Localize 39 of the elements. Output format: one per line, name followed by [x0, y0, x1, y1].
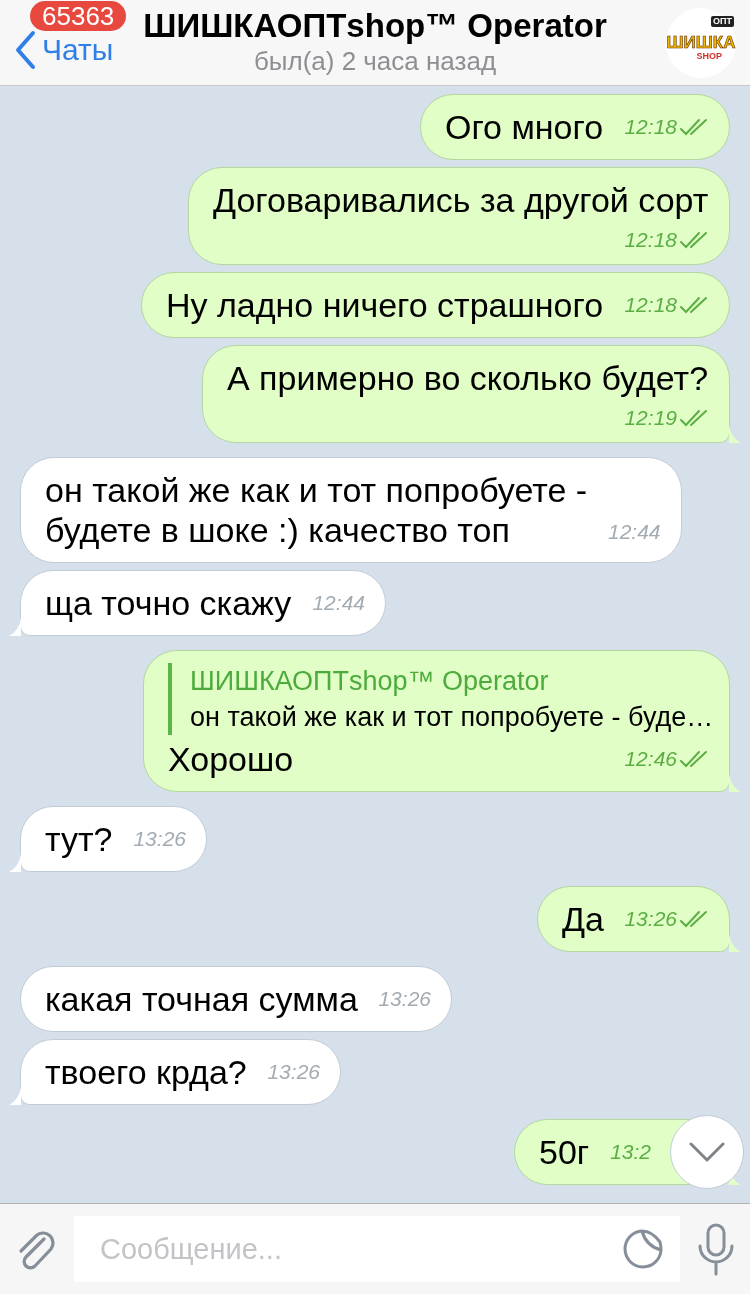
logo-subtext: SHOP [696, 50, 722, 61]
message-time: 12:19 [624, 406, 677, 430]
message-time: 12:44 [312, 591, 365, 615]
message-text: Хорошо [168, 740, 294, 778]
back-button[interactable]: Чаты [0, 29, 114, 70]
quoted-author: ШИШКАОПТshop™ Operator [190, 665, 550, 698]
message-time: 12:18 [624, 293, 677, 317]
message-time: 13:26 [624, 907, 677, 931]
message-time: 12:18 [624, 228, 677, 252]
message-text: Договаривались за другой сорт [213, 181, 709, 219]
microphone-icon[interactable] [696, 1222, 736, 1276]
message-text: Ого много [445, 108, 604, 146]
message-text: 50г [539, 1133, 590, 1171]
message-time: 13:2 [610, 1140, 651, 1164]
message-time: 13:26 [378, 987, 431, 1011]
unread-badge: 65363 [30, 1, 127, 31]
chevron-down-icon [689, 1142, 725, 1162]
message-text: А примерно во сколько будет? [227, 359, 709, 397]
quoted-text: он такой же как и тот попробуете - буде… [190, 701, 709, 734]
message-text: ща точно скажу [45, 584, 292, 622]
last-seen-status: был(а) 2 часа назад [253, 46, 497, 76]
message-time: 13:26 [133, 827, 186, 851]
message-time: 12:18 [624, 115, 677, 139]
chat-title: ШИШКАОПТshop™ Operator [143, 6, 607, 46]
message-text: Ну ладно ничего страшного [166, 286, 604, 324]
message-text: он такой же как и тот попробуете - будете в шоке :) качество топ [45, 470, 588, 550]
message-time: 12:44 [608, 520, 661, 544]
message-text: какая точная сумма [45, 980, 358, 1018]
logo-badge: ОПТ [711, 16, 734, 27]
message-time: 12:46 [624, 747, 677, 771]
message-time: 13:26 [267, 1060, 320, 1084]
back-icon [14, 29, 36, 70]
logo-text: ШИШКА [666, 33, 736, 51]
message-text: тут? [45, 820, 113, 858]
message-text: Да [562, 900, 604, 938]
message-text: твоего крда? [45, 1053, 247, 1091]
sticker-icon[interactable] [622, 1228, 664, 1270]
message-input-field[interactable]: Сообщение... [74, 1216, 680, 1282]
avatar[interactable]: ОПТ ШИШКА SHOP [666, 8, 736, 78]
